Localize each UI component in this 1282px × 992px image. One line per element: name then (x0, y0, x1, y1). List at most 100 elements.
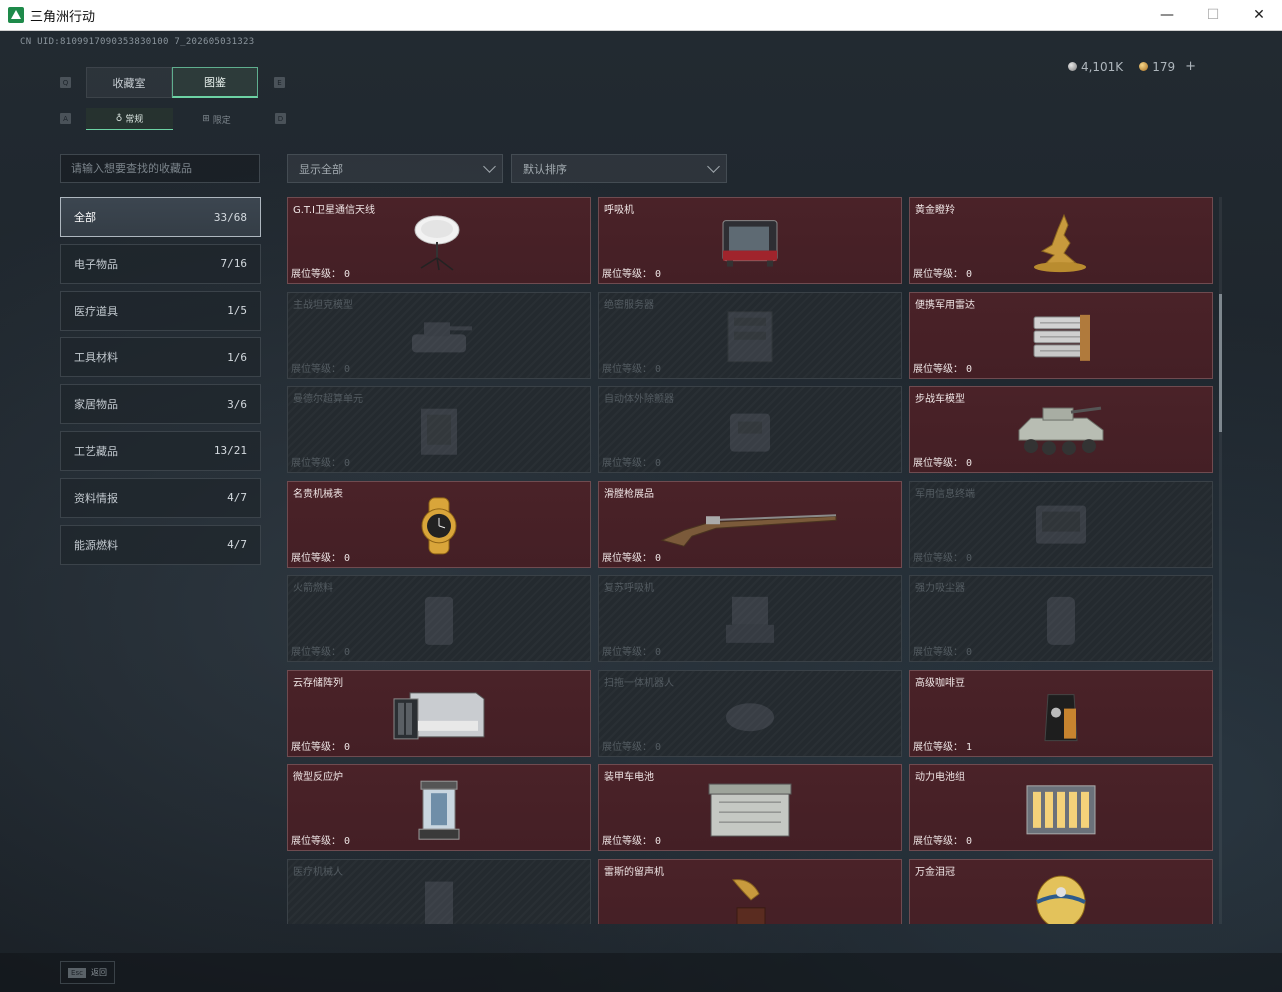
collection-item[interactable]: G.T.I卫星通信天线 展位等级： 0 (287, 197, 591, 284)
category-count: 13/21 (213, 444, 247, 458)
category-item[interactable]: 电子物品 7/16 (60, 243, 261, 284)
collection-item[interactable]: 强力吸尘器 展位等级： 0 (909, 575, 1213, 662)
collection-item[interactable]: 扫拖一体机器人 展位等级： 0 (598, 669, 902, 757)
esc-key-hint: Esc (68, 967, 86, 978)
item-level: 展位等级： 0 (291, 738, 350, 753)
collection-item[interactable]: 曼德尔超算单元 展位等级： 0 (287, 386, 591, 473)
collection-item[interactable]: 火箭燃料 展位等级： 0 (287, 575, 591, 662)
collection-search-input[interactable] (60, 154, 260, 183)
tab-limited-label: 限定 (212, 115, 231, 126)
category-label: 工具材料 (74, 351, 118, 365)
close-button[interactable]: ✕ (1236, 0, 1282, 31)
robot-vacuum-icon (720, 689, 780, 743)
item-level: 展位等级： 0 (602, 832, 661, 847)
minimize-button[interactable]: — (1144, 0, 1190, 31)
collection-item[interactable]: 滑膛枪展品 展位等级： 0 (598, 480, 902, 568)
item-level-value: 0 (344, 363, 351, 375)
jeweled-egg-icon (1031, 872, 1091, 924)
item-level-label: 展位等级： (913, 269, 963, 280)
silver-coin-icon (1067, 62, 1077, 71)
category-item[interactable]: 工具材料 1/6 (60, 337, 261, 378)
item-level: 展位等级： 0 (291, 549, 350, 564)
filter-dropdown[interactable]: 显示全部 (287, 154, 503, 183)
item-level: 展位等级： 0 (913, 643, 972, 658)
item-name: 微型反应炉 (293, 772, 343, 783)
collection-item[interactable]: 军用信息终端 展位等级： 0 (909, 480, 1213, 568)
category-item[interactable]: 工艺藏品 13/21 (60, 430, 261, 471)
collection-item[interactable]: 微型反应炉 展位等级： 0 (287, 764, 591, 851)
collection-item[interactable]: 呼吸机 展位等级： 0 (598, 197, 902, 284)
tab-regular-label: 常规 (125, 115, 144, 125)
item-level: 展位等级： 0 (602, 643, 661, 658)
tab-catalog[interactable]: 图鉴 (172, 67, 258, 98)
category-count: 1/6 (227, 350, 247, 364)
collection-item[interactable]: 主战坦克模型 展位等级： 0 (287, 291, 591, 379)
maximize-button[interactable]: ☐ (1190, 0, 1236, 31)
item-level: 展位等级： 0 (913, 265, 972, 280)
category-label: 电子物品 (74, 257, 118, 271)
terminal-icon (1030, 498, 1092, 558)
item-level: 展位等级： 0 (913, 832, 972, 847)
category-count: 7/16 (220, 257, 248, 271)
server-icon (720, 308, 780, 370)
item-name: 步战车模型 (915, 394, 965, 405)
item-level-label: 展位等级： (291, 836, 341, 847)
musket-icon (660, 500, 840, 554)
item-level-label: 展位等级： (602, 647, 652, 658)
item-level-value: 0 (966, 552, 973, 564)
item-level-value: 0 (344, 647, 351, 658)
item-level-label: 展位等级： (291, 269, 341, 280)
collection-item[interactable]: 高级咖啡豆 展位等级： 1 (909, 669, 1213, 757)
collection-item[interactable]: 万金泪冠 (909, 858, 1213, 924)
item-name: 火箭燃料 (293, 583, 333, 594)
item-level-label: 展位等级： (913, 836, 963, 847)
battery-pack-icon (1021, 779, 1101, 843)
item-name: 军用信息终端 (915, 488, 975, 500)
collection-item[interactable]: 动力电池组展位等级： 0 (909, 764, 1213, 851)
item-name: 曼德尔超算单元 (293, 394, 363, 405)
rocket-fuel-icon (415, 590, 463, 654)
add-currency-button[interactable]: + (1185, 59, 1196, 74)
collection-item[interactable]: 绝密服务器 展位等级： 0 (598, 291, 902, 379)
category-label: 医疗道具 (74, 304, 118, 318)
tank-model-icon (404, 310, 474, 366)
item-level-value: 0 (655, 363, 662, 375)
grid-scrollbar[interactable] (1219, 197, 1222, 924)
grid-scroll-thumb[interactable] (1219, 294, 1222, 432)
item-level-value: 0 (344, 741, 351, 753)
collection-item[interactable]: 自动体外除颤器 展位等级： 0 (598, 386, 902, 473)
storage-array-icon (390, 685, 488, 749)
tab-limited[interactable]: ⊞ 限定 (173, 108, 260, 130)
sort-dropdown[interactable]: 默认排序 (511, 154, 727, 183)
collection-item[interactable]: 名贵机械表 展位等级： 0 (287, 480, 591, 568)
item-level-value: 0 (655, 269, 662, 280)
chevron-down-icon (707, 159, 720, 173)
collection-item[interactable]: 医疗机械人 (287, 858, 591, 924)
gold-amount: 179 (1152, 59, 1176, 74)
category-item[interactable]: 资料情报 4/7 (60, 477, 261, 518)
tab-collection-room[interactable]: 收藏室 (86, 67, 172, 98)
collection-item[interactable]: 雷斯的留声机 (598, 858, 902, 924)
item-level-label: 展位等级： (602, 363, 652, 375)
supercomputer-icon (411, 402, 467, 464)
collection-item[interactable]: 步战车模型 展位等级： 0 (909, 386, 1213, 473)
item-name: 动力电池组 (915, 772, 965, 783)
collection-item[interactable]: 黄金瞪羚 展位等级： 0 (909, 197, 1213, 284)
collection-grid-viewport[interactable]: G.T.I卫星通信天线 展位等级： 0 呼吸机 展位等级： 0 黄金瞪羚 展位等级： 0 主战坦克… (287, 197, 1213, 924)
collection-screen: CN UID:8109917090353830100 7_20260503132… (0, 31, 1282, 992)
collection-item[interactable]: 云存储阵列 展位等级： 0 (287, 669, 591, 757)
item-level-label: 展位等级： (913, 647, 963, 658)
silver-currency: 4,101K (1067, 60, 1123, 74)
category-item[interactable]: 医疗道具 1/5 (60, 290, 261, 331)
category-count: 33/68 (213, 210, 247, 224)
category-item[interactable]: 全部 33/68 (60, 197, 261, 237)
collection-item[interactable]: 装甲车电池 展位等级： 0 (598, 764, 902, 851)
category-item[interactable]: 能源燃料 4/7 (60, 524, 261, 565)
collection-item[interactable]: 便携军用雷达 展位等级： 0 (909, 291, 1213, 379)
tab-regular[interactable]: ♁ 常规 (86, 108, 173, 130)
item-name: 主战坦克模型 (293, 299, 353, 311)
collection-item[interactable]: 复苏呼吸机 展位等级： 0 (598, 575, 902, 662)
category-item[interactable]: 家居物品 3/6 (60, 384, 261, 425)
back-button[interactable]: Esc 返回 (60, 961, 115, 984)
chevron-down-icon (483, 159, 496, 173)
